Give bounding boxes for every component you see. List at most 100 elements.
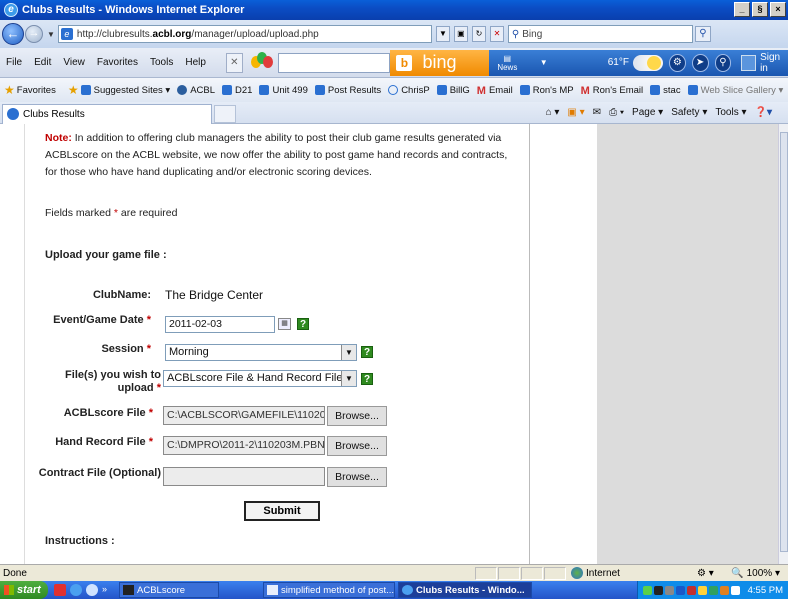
fav-rons-mp[interactable]: Ron's MP xyxy=(519,85,574,96)
gear-icon[interactable]: ⚙ xyxy=(668,53,686,72)
news-button[interactable]: ▤ News xyxy=(489,54,526,72)
status-bar: Done Internet ⚙ ▾ 🔍 100% ▾ xyxy=(0,564,788,581)
address-url[interactable]: http://clubresults.acbl.org/manager/uplo… xyxy=(77,29,319,40)
contract-file-input[interactable] xyxy=(163,467,325,486)
new-tab-button[interactable] xyxy=(214,104,236,123)
quick-launch-app-icon[interactable] xyxy=(54,584,66,596)
taskbar-clubs-results[interactable]: Clubs Results - Windo... xyxy=(398,582,533,598)
cursor-icon[interactable]: ➤ xyxy=(691,53,709,72)
refresh-icon[interactable]: ↻ xyxy=(471,26,486,42)
back-button[interactable]: ← xyxy=(2,23,24,45)
close-button[interactable]: × xyxy=(770,2,786,17)
news-dropdown-icon[interactable]: ▼ xyxy=(540,58,548,67)
address-dropdown-icon[interactable]: ▼ xyxy=(435,26,450,42)
read-mail-icon[interactable]: ✉ xyxy=(593,107,601,118)
help-icon[interactable]: ❓▾ xyxy=(755,107,772,118)
tab-clubs-results[interactable]: Clubs Results xyxy=(2,103,212,124)
menu-favorites[interactable]: Favorites xyxy=(91,57,144,68)
fav-d21[interactable]: D21 xyxy=(222,85,252,96)
submit-button[interactable]: Submit xyxy=(244,501,320,521)
fav-acbl[interactable]: ACBL xyxy=(177,85,215,96)
stop-icon[interactable]: ✕ xyxy=(489,26,504,42)
tray-icon[interactable] xyxy=(708,585,718,595)
protected-mode-icon[interactable]: ⚙ ▾ xyxy=(697,568,714,579)
weather-sun-icon xyxy=(632,54,663,71)
event-date-help-icon[interactable]: ? xyxy=(297,318,309,330)
scrollbar-thumb[interactable] xyxy=(780,132,788,552)
home-icon[interactable]: ⌂ ▾ xyxy=(546,107,560,118)
calendar-icon[interactable]: ▦ xyxy=(278,318,291,330)
page-menu[interactable]: Page ▾ xyxy=(632,107,663,118)
favorites-star-icon[interactable]: ★ xyxy=(4,83,15,97)
msn-logo-icon[interactable] xyxy=(250,51,273,74)
minimize-button[interactable]: _ xyxy=(734,2,750,17)
search-icon[interactable]: ⚲ xyxy=(694,26,711,42)
compat-view-icon[interactable]: ▣ xyxy=(453,26,468,42)
zoom-control[interactable]: 🔍 100% ▾ xyxy=(731,568,788,579)
fav-post-results[interactable]: Post Results xyxy=(314,85,381,96)
menu-help[interactable]: Help xyxy=(179,57,212,68)
event-date-input[interactable]: 2011-02-03 xyxy=(165,316,275,333)
fav-web-slice-gallery[interactable]: Web Slice Gallery ▾ xyxy=(687,85,783,96)
chevron-down-icon[interactable]: ▼ xyxy=(341,345,356,360)
fav-rons-email[interactable]: M Ron's Email xyxy=(581,85,644,98)
hand-record-file-label: Hand Record File * xyxy=(55,436,153,448)
search-tool-icon[interactable]: ⚲ xyxy=(714,53,732,72)
quick-launch-more-icon[interactable]: » xyxy=(102,584,107,596)
tray-icon[interactable] xyxy=(730,585,740,595)
tray-icon[interactable] xyxy=(642,585,652,595)
menu-file[interactable]: File xyxy=(0,57,28,68)
tray-icon[interactable] xyxy=(697,585,707,595)
contract-browse-button[interactable]: Browse... xyxy=(327,467,387,487)
close-toolbar-icon[interactable]: ✕ xyxy=(225,52,243,73)
history-dropdown-icon[interactable]: ▼ xyxy=(47,30,55,39)
taskbar-word-doc[interactable]: simplified method of post... xyxy=(263,582,396,598)
taskbar-acblscore[interactable]: ACBLscore xyxy=(119,582,220,598)
sign-in-label: Sign in xyxy=(760,51,781,74)
bing-search-input[interactable] xyxy=(278,52,391,73)
hand-record-browse-button[interactable]: Browse... xyxy=(327,436,387,456)
menu-view[interactable]: View xyxy=(57,57,91,68)
files-select[interactable]: ACBLscore File & Hand Record File ▼ xyxy=(163,370,357,387)
session-select[interactable]: Morning ▼ xyxy=(165,344,357,361)
acblscore-browse-button[interactable]: Browse... xyxy=(327,406,387,426)
favorites-button[interactable]: Favorites xyxy=(17,85,56,96)
forward-button[interactable]: → xyxy=(25,25,43,43)
add-favorite-icon[interactable]: ★ xyxy=(68,83,79,97)
restore-button[interactable]: § xyxy=(752,2,768,17)
session-value: Morning xyxy=(169,346,209,358)
search-input[interactable]: ⚲ Bing xyxy=(507,25,693,43)
fav-suggested-sites[interactable]: Suggested Sites ▾ xyxy=(80,85,170,96)
menu-edit[interactable]: Edit xyxy=(28,57,57,68)
chevron-down-icon[interactable]: ▼ xyxy=(341,371,356,386)
clock[interactable]: 4:55 PM xyxy=(748,585,783,596)
weather-widget[interactable]: 61°F xyxy=(608,54,663,71)
tray-icon[interactable] xyxy=(686,585,696,595)
tray-icon[interactable] xyxy=(719,585,729,595)
menu-tools[interactable]: Tools xyxy=(144,57,179,68)
acblscore-file-input[interactable]: C:\ACBLSCOR\GAMEFILE\110203 xyxy=(163,406,325,425)
fav-unit-499[interactable]: Unit 499 xyxy=(259,85,308,96)
network-icon[interactable] xyxy=(675,585,685,595)
fav-email[interactable]: M Email xyxy=(477,85,513,98)
start-button[interactable]: start xyxy=(0,581,48,599)
hand-record-file-input[interactable]: C:\DMPRO\2011-2\110203M.PBN xyxy=(163,436,325,455)
fav-stac[interactable]: stac xyxy=(650,85,681,96)
quick-launch-search-icon[interactable] xyxy=(86,584,98,596)
tray-icon[interactable] xyxy=(653,585,663,595)
feeds-icon[interactable]: ▣ ▾ xyxy=(567,107,584,118)
security-zone[interactable]: Internet xyxy=(571,567,657,579)
files-help-icon[interactable]: ? xyxy=(361,373,373,385)
safety-menu[interactable]: Safety ▾ xyxy=(671,107,707,118)
sign-in-button[interactable]: Sign in xyxy=(741,52,788,74)
bing-search-button[interactable]: b bing xyxy=(390,49,489,76)
session-help-icon[interactable]: ? xyxy=(361,346,373,358)
fav-chrisp[interactable]: ChrisP xyxy=(388,85,430,96)
vertical-scrollbar[interactable] xyxy=(778,124,788,564)
volume-icon[interactable] xyxy=(664,585,674,595)
fav-billg[interactable]: BillG xyxy=(436,85,470,96)
print-icon[interactable]: ⎙ ▾ xyxy=(609,107,624,118)
address-bar[interactable]: e http://clubresults.acbl.org/manager/up… xyxy=(57,25,432,43)
tools-menu[interactable]: Tools ▾ xyxy=(715,107,746,118)
quick-launch-ie-icon[interactable] xyxy=(70,584,82,596)
